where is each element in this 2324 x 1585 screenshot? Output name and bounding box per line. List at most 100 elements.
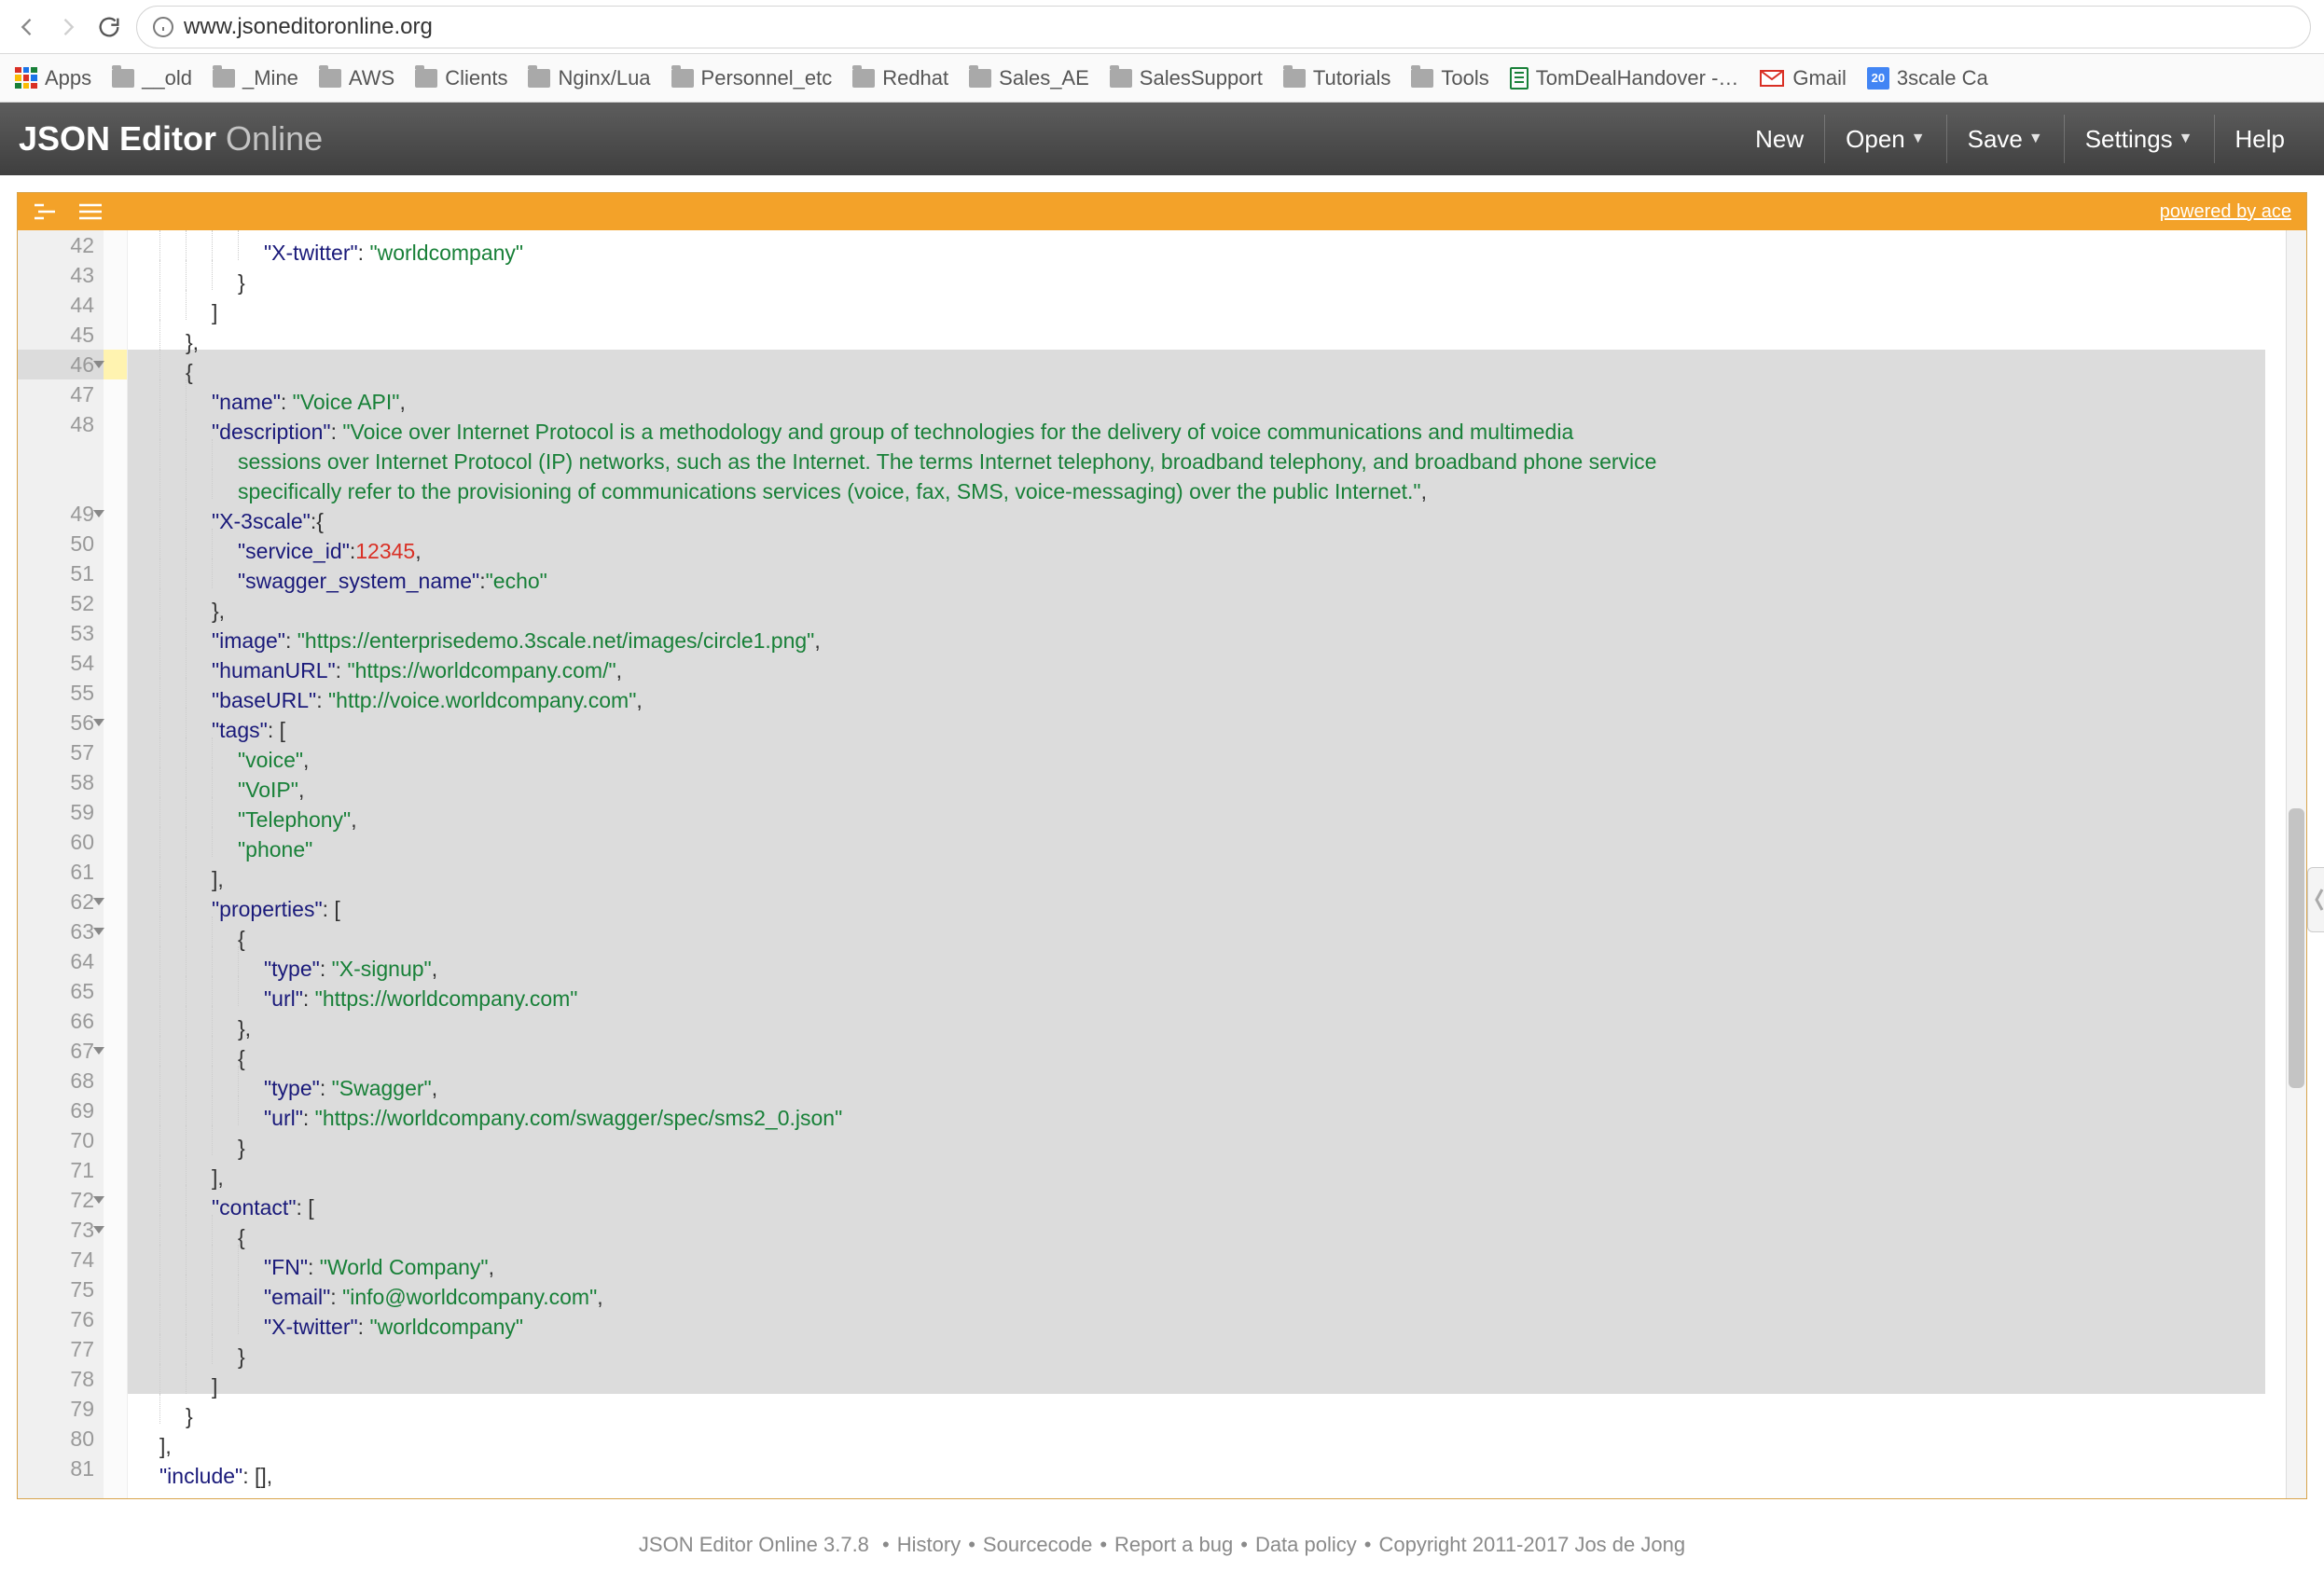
code-line[interactable]: "voice", <box>133 737 2286 767</box>
forward-button[interactable] <box>54 13 82 41</box>
back-button[interactable] <box>13 13 41 41</box>
code-line[interactable]: "X-twitter": "worldcompany" <box>133 230 2286 260</box>
code-line[interactable]: "Telephony", <box>133 797 2286 827</box>
bookmark-label: Clients <box>445 66 507 90</box>
menu-help[interactable]: Help <box>2214 115 2305 163</box>
footer-link[interactable]: Data policy <box>1255 1533 1357 1556</box>
format-button[interactable] <box>33 201 59 222</box>
vertical-scrollbar[interactable] <box>2286 230 2306 1498</box>
code-line[interactable]: }, <box>133 320 2286 350</box>
chevron-down-icon: ▼ <box>2179 131 2193 147</box>
editor-toolbar: powered by ace <box>18 193 2306 230</box>
code-line[interactable]: ] <box>133 290 2286 320</box>
apps-button[interactable]: Apps <box>15 66 91 90</box>
code-line[interactable]: "phone" <box>133 827 2286 857</box>
app-title: JSON Editor Online <box>19 119 323 158</box>
bookmark-label: Personnel_etc <box>701 66 833 90</box>
panel-toggle[interactable] <box>2307 867 2324 932</box>
bookmark-sales-ae[interactable]: Sales_AE <box>969 66 1089 90</box>
menu-settings[interactable]: Settings▼ <box>2064 115 2214 163</box>
bookmark-nginx-lua[interactable]: Nginx/Lua <box>528 66 650 90</box>
scrollbar-thumb[interactable] <box>2289 808 2304 1088</box>
bookmark-tools[interactable]: Tools <box>1411 66 1488 90</box>
bookmark-personnel-etc[interactable]: Personnel_etc <box>671 66 833 90</box>
chevron-down-icon: ▼ <box>2028 131 2043 147</box>
footer-link[interactable]: History <box>897 1533 961 1556</box>
code-line[interactable]: "FN": "World Company", <box>133 1245 2286 1275</box>
code-line[interactable]: "include": [], <box>133 1454 2286 1483</box>
code-line[interactable]: "type": "X-signup", <box>133 946 2286 976</box>
bookmark-redhat[interactable]: Redhat <box>852 66 948 90</box>
address-bar[interactable]: www.jsoneditoronline.org <box>136 6 2311 48</box>
code-line[interactable]: "url": "https://worldcompany.com" <box>133 976 2286 1006</box>
code-line[interactable]: "contact": [ <box>133 1185 2286 1215</box>
code-line[interactable]: ], <box>133 1155 2286 1185</box>
code-line[interactable]: } <box>133 1125 2286 1155</box>
code-line[interactable]: specifically refer to the provisioning o… <box>133 469 2286 499</box>
footer-link[interactable]: Copyright 2011-2017 Jos de Jong <box>1378 1533 1685 1556</box>
code-line[interactable]: ] <box>133 1364 2286 1394</box>
code-line[interactable]: ], <box>133 857 2286 887</box>
folder-icon <box>112 69 134 88</box>
code-line[interactable]: sessions over Internet Protocol (IP) net… <box>133 439 2286 469</box>
app-title-bold: JSON Editor <box>19 119 216 158</box>
code-line[interactable]: ], <box>133 1424 2286 1454</box>
code-line[interactable]: "swagger_system_name":"echo" <box>133 558 2286 588</box>
bookmark-3scale-ca[interactable]: 203scale Ca <box>1867 66 1988 90</box>
bookmark-clients[interactable]: Clients <box>415 66 507 90</box>
compact-button[interactable] <box>77 201 104 222</box>
menu-new[interactable]: New <box>1735 115 1824 163</box>
code-line[interactable]: "humanURL": "https://worldcompany.com/", <box>133 648 2286 678</box>
browser-nav-bar: www.jsoneditoronline.org <box>0 0 2324 54</box>
site-info-icon[interactable] <box>152 16 174 38</box>
code-line[interactable]: } <box>133 1334 2286 1364</box>
sheets-icon <box>1510 67 1529 90</box>
code-line[interactable]: "tags": [ <box>133 708 2286 737</box>
code-line[interactable]: "email": "info@worldcompany.com", <box>133 1275 2286 1304</box>
code-line[interactable]: "url": "https://worldcompany.com/swagger… <box>133 1096 2286 1125</box>
bookmark-tomdealhandover-[interactable]: TomDealHandover -… <box>1510 66 1739 90</box>
footer-link[interactable]: Sourcecode <box>983 1533 1092 1556</box>
menu-open[interactable]: Open▼ <box>1824 115 1945 163</box>
code-line[interactable]: "X-twitter": "worldcompany" <box>133 1304 2286 1334</box>
bookmark-gmail[interactable]: Gmail <box>1759 66 1846 90</box>
code-content[interactable]: "X-twitter": "worldcompany"}]},{"name": … <box>128 230 2286 1498</box>
code-line[interactable]: { <box>133 350 2286 379</box>
code-line[interactable]: "image": "https://enterprisedemo.3scale.… <box>133 618 2286 648</box>
code-line[interactable]: }, <box>133 588 2286 618</box>
code-line[interactable]: } <box>133 1394 2286 1424</box>
code-line[interactable]: "baseURL": "http://voice.worldcompany.co… <box>133 678 2286 708</box>
bookmark-label: Nginx/Lua <box>558 66 650 90</box>
bookmark-label: 3scale Ca <box>1897 66 1988 90</box>
code-line[interactable]: { <box>133 1036 2286 1066</box>
code-line[interactable]: "VoIP", <box>133 767 2286 797</box>
bookmark-tutorials[interactable]: Tutorials <box>1283 66 1391 90</box>
code-line[interactable]: "X-3scale":{ <box>133 499 2286 529</box>
code-line[interactable]: { <box>133 917 2286 946</box>
bookmark--old[interactable]: __old <box>112 66 192 90</box>
editor-container: powered by ace 4243444546474849505152535… <box>17 192 2307 1499</box>
bookmark-label: Tutorials <box>1313 66 1391 90</box>
bookmark-label: Sales_AE <box>999 66 1089 90</box>
code-line[interactable]: }, <box>133 1006 2286 1036</box>
bookmark--mine[interactable]: _Mine <box>213 66 298 90</box>
folder-icon <box>671 69 694 88</box>
bookmark-salessupport[interactable]: SalesSupport <box>1110 66 1263 90</box>
app-title-light: Online <box>226 119 323 158</box>
apps-icon <box>15 67 37 90</box>
reload-button[interactable] <box>95 13 123 41</box>
code-line[interactable]: "service_id":12345, <box>133 529 2286 558</box>
code-line[interactable]: } <box>133 260 2286 290</box>
menu-save[interactable]: Save▼ <box>1946 115 2064 163</box>
code-line[interactable]: "properties": [ <box>133 887 2286 917</box>
powered-by-link[interactable]: powered by ace <box>2160 201 2291 223</box>
code-line[interactable]: "description": "Voice over Internet Prot… <box>133 409 2286 439</box>
code-line[interactable]: "type": "Swagger", <box>133 1066 2286 1096</box>
gmail-icon <box>1759 69 1785 88</box>
fold-column[interactable] <box>104 230 128 1498</box>
code-line[interactable]: "name": "Voice API", <box>133 379 2286 409</box>
code-editor[interactable]: 4243444546474849505152535455565758596061… <box>18 230 2306 1498</box>
code-line[interactable]: { <box>133 1215 2286 1245</box>
footer-link[interactable]: Report a bug <box>1114 1533 1233 1556</box>
bookmark-aws[interactable]: AWS <box>319 66 394 90</box>
